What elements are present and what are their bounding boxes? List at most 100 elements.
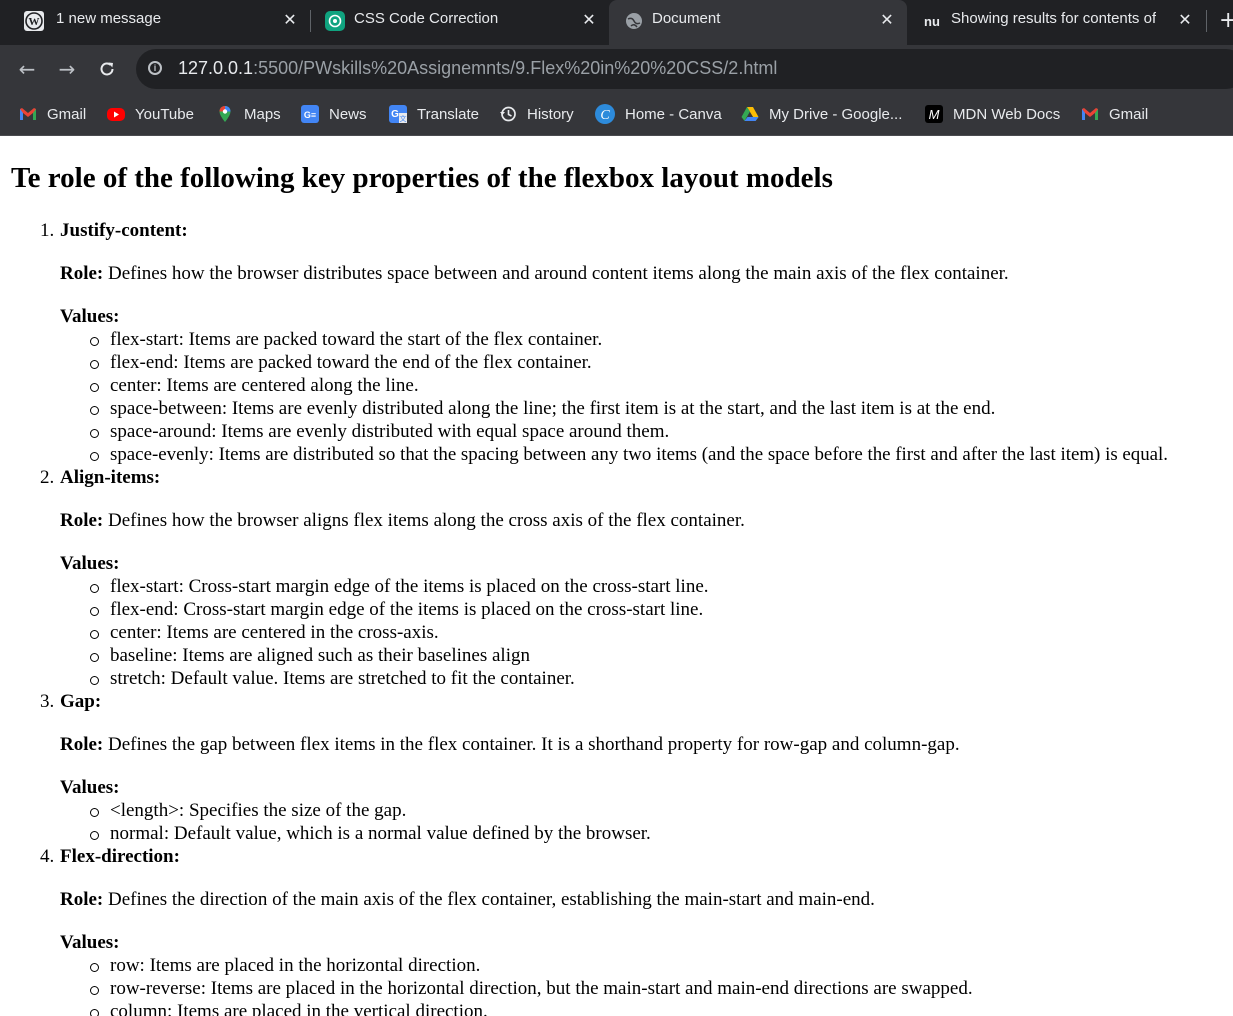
tab-new-message[interactable]: W 1 new message ✕	[0, 0, 310, 45]
site-info-icon[interactable]: i	[148, 61, 162, 75]
value-item: space-between: Items are evenly distribu…	[110, 398, 996, 419]
history-icon	[499, 105, 517, 123]
role-line: Role: Defines the direction of the main …	[60, 889, 875, 911]
reload-icon[interactable]	[92, 54, 122, 84]
role-text: Defines the direction of the main axis o…	[108, 889, 875, 910]
bookmark-news[interactable]: G≡ News	[301, 103, 367, 125]
value-item: flex-end: Cross-start margin edge of the…	[110, 599, 704, 620]
bullet-icon	[90, 452, 99, 461]
value-item: center: Items are centered in the cross-…	[110, 622, 439, 643]
property-name: Flex-direction:	[60, 846, 180, 867]
role-line: Role: Defines how the browser distribute…	[60, 263, 1009, 285]
bookmark-label: Gmail	[47, 105, 87, 123]
list-number: 3.	[40, 691, 55, 712]
bookmark-label: Home - Canva	[625, 105, 722, 123]
role-label: Role:	[60, 510, 104, 531]
bookmark-label: History	[527, 105, 574, 123]
wordpress-icon: W	[24, 11, 44, 31]
address-bar[interactable]: i 127.0.0.1:5500/PWskills%20Assignemnts/…	[136, 49, 1233, 89]
bullet-icon	[90, 808, 99, 817]
role-line: Role: Defines the gap between flex items…	[60, 734, 960, 756]
role-label: Role:	[60, 263, 104, 284]
bookmark-label: Maps	[244, 105, 281, 123]
bookmark-canva[interactable]: C Home - Canva	[595, 103, 722, 125]
bookmark-label: YouTube	[135, 105, 194, 123]
tab-document[interactable]: Document ✕	[609, 0, 907, 45]
svg-text:M: M	[929, 107, 940, 122]
bullet-icon	[90, 584, 99, 593]
svg-text:G: G	[391, 109, 399, 120]
bullet-icon	[90, 630, 99, 639]
gmail-icon	[1081, 105, 1099, 123]
url-host: 127.0.0.1	[178, 58, 254, 78]
bullet-icon	[90, 337, 99, 346]
svg-text:文: 文	[400, 114, 407, 123]
role-text: Defines how the browser distributes spac…	[108, 263, 1009, 284]
drive-icon	[741, 105, 759, 123]
value-item: column: Items are placed in the vertical…	[110, 1001, 488, 1016]
value-item: space-around: Items are evenly distribut…	[110, 421, 670, 442]
close-icon[interactable]: ✕	[579, 9, 599, 31]
close-icon[interactable]: ✕	[280, 9, 300, 31]
value-item: stretch: Default value. Items are stretc…	[110, 668, 575, 689]
bullet-icon	[90, 360, 99, 369]
tab-css-code-correction[interactable]: CSS Code Correction ✕	[311, 0, 609, 45]
bookmark-mdn[interactable]: M MDN Web Docs	[925, 103, 1060, 125]
bookmark-gmail-2[interactable]: Gmail	[1081, 103, 1148, 125]
bullet-icon	[90, 831, 99, 840]
bullet-icon	[90, 653, 99, 662]
news-icon: G≡	[301, 105, 319, 123]
bullet-icon	[90, 963, 99, 972]
bookmark-my-drive[interactable]: My Drive - Google...	[741, 103, 902, 125]
value-item: row-reverse: Items are placed in the hor…	[110, 978, 973, 999]
gmail-icon	[19, 105, 37, 123]
close-icon[interactable]: ✕	[1175, 9, 1195, 31]
url-path: :5500/PWskills%20Assignemnts/9.Flex%20in…	[253, 58, 778, 78]
values-label: Values:	[60, 777, 120, 798]
property-name: Gap:	[60, 691, 102, 712]
bullet-icon	[90, 429, 99, 438]
chatgpt-icon	[325, 11, 345, 31]
bookmark-gmail[interactable]: Gmail	[19, 103, 86, 125]
bullet-icon	[90, 406, 99, 415]
nu-icon: nu	[921, 11, 941, 31]
value-item: flex-start: Items are packed toward the …	[110, 329, 603, 350]
bookmark-youtube[interactable]: YouTube	[107, 103, 194, 125]
canva-icon: C	[595, 104, 615, 124]
svg-text:W: W	[29, 16, 40, 28]
new-tab-icon[interactable]: +	[1219, 8, 1233, 33]
maps-icon	[216, 105, 234, 123]
role-text: Defines how the browser aligns flex item…	[108, 510, 745, 531]
tab-title: 1 new message	[56, 10, 162, 27]
globe-icon	[624, 11, 644, 31]
bullet-icon	[90, 986, 99, 995]
back-arrow-icon[interactable]: ←	[12, 54, 42, 84]
list-number: 4.	[40, 846, 55, 867]
mdn-icon: M	[925, 105, 943, 123]
value-item: flex-start: Cross-start margin edge of t…	[110, 576, 709, 597]
close-icon[interactable]: ✕	[877, 9, 897, 31]
bookmark-label: MDN Web Docs	[953, 105, 1061, 123]
tab-divider	[1206, 10, 1207, 32]
bookmark-maps[interactable]: Maps	[216, 103, 281, 125]
bookmark-label: Gmail	[1109, 105, 1149, 123]
bullet-icon	[90, 1009, 99, 1016]
bookmark-label: My Drive - Google...	[769, 105, 903, 123]
svg-text:G≡: G≡	[304, 110, 316, 120]
tab-showing-results[interactable]: nu Showing results for contents of t ✕	[907, 0, 1207, 45]
bookmark-translate[interactable]: G文 Translate	[389, 103, 479, 125]
values-label: Values:	[60, 306, 120, 327]
list-number: 2.	[40, 467, 55, 488]
value-item: <length>: Specifies the size of the gap.	[110, 800, 407, 821]
translate-icon: G文	[389, 105, 407, 123]
svg-text:nu: nu	[924, 14, 940, 29]
value-item: row: Items are placed in the horizontal …	[110, 955, 481, 976]
role-text: Defines the gap between flex items in th…	[108, 734, 960, 755]
url-text: 127.0.0.1:5500/PWskills%20Assignemnts/9.…	[178, 58, 777, 79]
page-title: Te role of the following key properties …	[11, 162, 833, 194]
forward-arrow-icon[interactable]: →	[52, 54, 82, 84]
bookmark-history[interactable]: History	[499, 103, 574, 125]
bookmark-label: Translate	[417, 105, 479, 123]
value-item: baseline: Items are aligned such as thei…	[110, 645, 530, 666]
value-item: flex-end: Items are packed toward the en…	[110, 352, 592, 373]
